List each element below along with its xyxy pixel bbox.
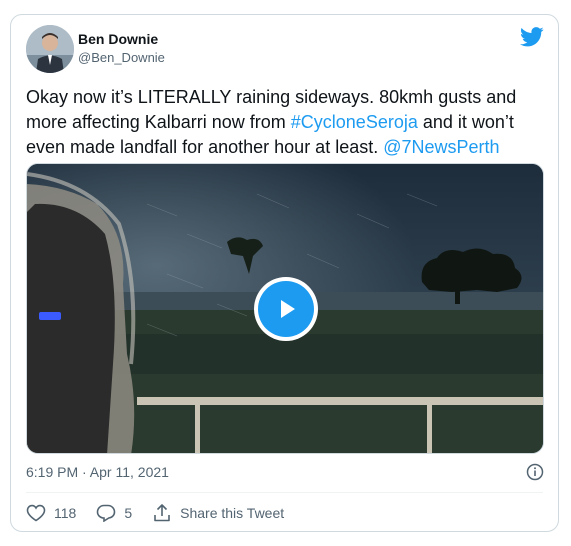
share-icon <box>154 504 170 522</box>
user-name[interactable]: Ben Downie <box>78 31 158 47</box>
share-label: Share this Tweet <box>180 505 285 521</box>
like-button[interactable]: 118 <box>26 504 76 522</box>
tweet-timestamp[interactable]: 6:19 PM · Apr 11, 2021 <box>26 464 169 480</box>
avatar[interactable] <box>26 25 74 73</box>
divider <box>26 492 543 493</box>
tweet-actions: 118 5 Share this Tweet <box>26 503 304 523</box>
play-icon <box>281 300 295 318</box>
user-handle[interactable]: @Ben_Downie <box>78 50 165 65</box>
twitter-bird-icon[interactable] <box>520 27 544 47</box>
tweet-card: Ben Downie @Ben_Downie Okay now it’s LIT… <box>10 14 559 532</box>
reply-icon <box>97 504 116 522</box>
hashtag-link[interactable]: #CycloneSeroja <box>291 112 418 132</box>
video-player[interactable] <box>26 163 544 454</box>
like-count: 118 <box>54 505 77 521</box>
share-button[interactable]: Share this Tweet <box>152 503 284 523</box>
info-icon[interactable] <box>526 463 544 481</box>
reply-count: 5 <box>124 505 133 521</box>
play-button[interactable] <box>254 277 318 341</box>
mention-link[interactable]: @7NewsPerth <box>383 137 499 157</box>
play-button-circle <box>258 281 314 337</box>
reply-button[interactable]: 5 <box>96 504 132 522</box>
avatar-image <box>26 25 74 73</box>
tweet-text: Okay now it’s LITERALLY raining sideways… <box>26 85 546 160</box>
heart-icon <box>26 504 46 522</box>
